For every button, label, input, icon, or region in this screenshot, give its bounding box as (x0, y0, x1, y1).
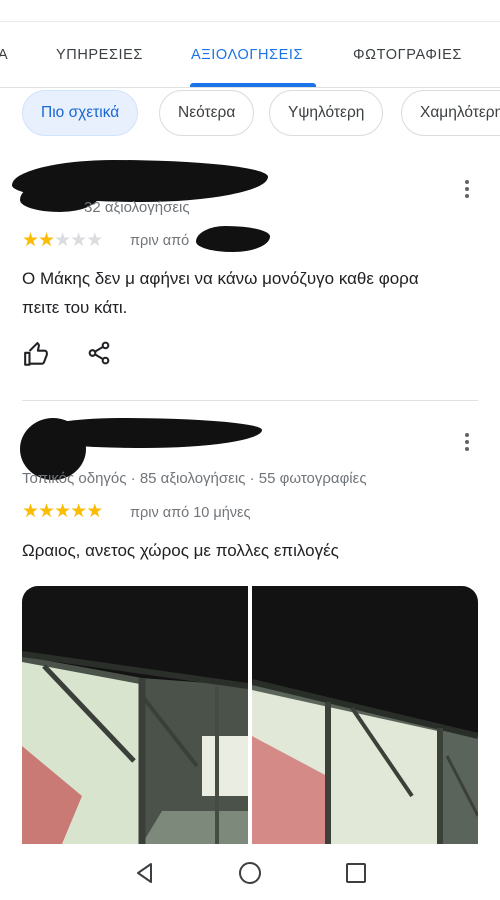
star-filled-icon: ★ (86, 501, 103, 522)
chip-most-relevant[interactable]: Πιο σχετικά (22, 90, 139, 136)
star-rating: ★★★★★ (22, 229, 103, 252)
place-tabs: Α ΥΠΗΡΕΣΙΕΣ ΑΞΙΟΛΟΓΗΣΕΙΣ ΦΩΤΟΓΡΑΦΙΕΣ (0, 22, 500, 88)
review-text: Ο Μάκης δεν μ αφήνει να κάνω μονόζυγο κα… (22, 269, 419, 317)
star-filled-icon: ★ (38, 230, 55, 251)
home-circle-icon[interactable] (235, 858, 265, 888)
more-vert-icon[interactable] (455, 427, 479, 457)
sort-chips: Πιο σχετικά Νεότερα Υψηλότερη Χαμηλότερη (0, 88, 500, 140)
chip-lowest[interactable]: Χαμηλότερη (401, 90, 500, 136)
reviewer-meta: Τοπικός οδηγός · 85 αξιολογήσεις · 55 φω… (22, 470, 367, 487)
more-vert-icon[interactable] (455, 174, 479, 204)
chip-newest[interactable]: Νεότερα (159, 90, 255, 136)
star-filled-icon: ★ (70, 501, 87, 522)
star-filled-icon: ★ (54, 501, 71, 522)
star-filled-icon: ★ (22, 501, 39, 522)
thumbs-up-icon[interactable] (21, 340, 51, 370)
star-empty-icon: ★ (86, 230, 103, 251)
chip-highest[interactable]: Υψηλότερη (269, 90, 384, 136)
review-date: πριν από 10 μήνες (130, 505, 251, 521)
tab-services[interactable]: ΥΠΗΡΕΣΙΕΣ (56, 22, 143, 88)
system-nav-bar (0, 846, 500, 900)
review-photo[interactable] (252, 586, 478, 844)
review-divider (22, 400, 478, 401)
star-empty-icon: ★ (54, 230, 71, 251)
tab-partial[interactable]: Α (0, 22, 8, 88)
reviewer-meta: 32 αξιολογήσεις (84, 199, 190, 216)
top-edge (0, 0, 500, 22)
tab-photos[interactable]: ΦΩΤΟΓΡΑΦΙΕΣ (353, 22, 462, 88)
review-date: πριν από (130, 233, 190, 249)
recents-square-icon[interactable] (341, 858, 371, 888)
star-filled-icon: ★ (38, 501, 55, 522)
back-triangle-icon[interactable] (130, 858, 160, 888)
review-text: Ωραιος, ανετος χώρος με πολλες επιλογές (22, 541, 339, 560)
star-filled-icon: ★ (22, 230, 39, 251)
redacted-date (196, 226, 270, 252)
star-empty-icon: ★ (70, 230, 87, 251)
tab-reviews[interactable]: ΑΞΙΟΛΟΓΗΣΕΙΣ (191, 22, 303, 88)
review-photo[interactable] (22, 586, 248, 844)
active-tab-indicator (190, 83, 316, 87)
star-rating: ★★★★★ (22, 500, 103, 523)
share-icon[interactable] (84, 338, 114, 368)
